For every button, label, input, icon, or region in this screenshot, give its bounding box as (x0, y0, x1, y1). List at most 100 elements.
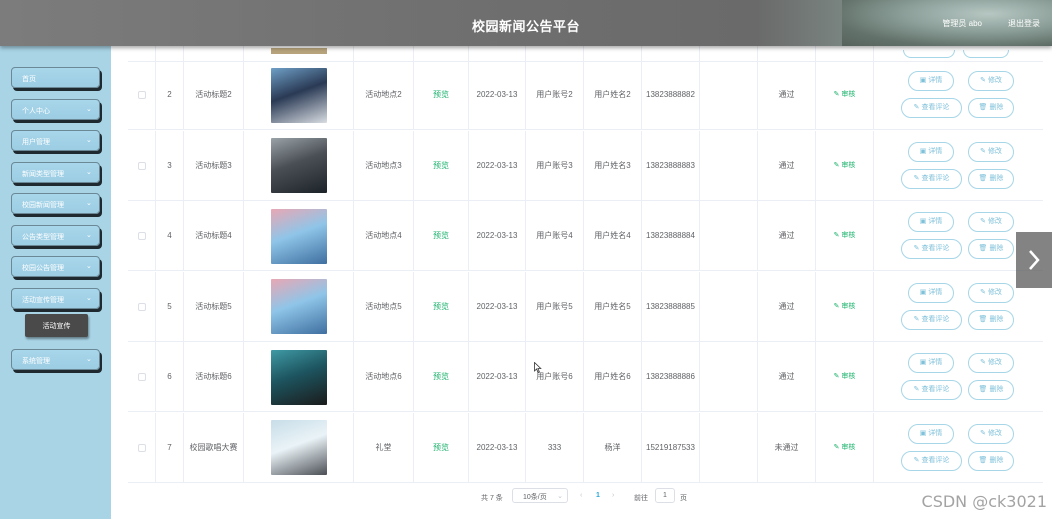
chevron-down-icon: ⌄ (86, 263, 92, 270)
activity-thumbnail[interactable] (270, 420, 327, 475)
cell-blank (700, 342, 758, 412)
phone-number: 13823888885 (646, 301, 695, 311)
sidebar-item-0[interactable]: 首页 (11, 67, 100, 88)
view-comments-button[interactable]: ✎ 查看评论 (901, 98, 962, 118)
goto-page-input[interactable]: 1 (655, 488, 675, 503)
cell-location-text: 活动地点4 (365, 231, 402, 240)
cell-name: 用户姓名4 (584, 201, 642, 271)
pencil-icon: ✎ (913, 315, 920, 323)
view-comments-button[interactable]: ✎ 查看评论 (901, 239, 962, 259)
page-size-select[interactable]: 10条/页 ⌄ (512, 488, 568, 503)
top-header: 校园新闻公告平台 管理员 abo 退出登录 (0, 0, 1052, 46)
cell-index-text: 4 (167, 231, 172, 240)
chevron-down-icon: ⌄ (86, 137, 92, 144)
sidebar-item-8[interactable]: 系统管理 ⌄ (11, 349, 100, 370)
cell-phone: 15219187533 (642, 412, 700, 483)
review-link[interactable]: ✎ 审核 (834, 301, 856, 313)
cell-review: ✎ 审核 (816, 342, 874, 412)
cell-location: 活动地点4 (354, 201, 414, 271)
review-link[interactable]: ✎ 审核 (834, 442, 856, 454)
chevron-down-icon: ⌄ (557, 493, 563, 500)
row-checkbox[interactable] (137, 373, 146, 381)
preview-link[interactable]: 预览 (433, 371, 449, 383)
preview-link[interactable]: 预览 (433, 230, 449, 242)
edit-button[interactable]: ✎ 修改 (968, 71, 1014, 91)
delete-button[interactable]: 🗑 删除 (968, 450, 1014, 471)
cell-name: 用户姓名2 (584, 60, 642, 130)
partial-button (963, 50, 1009, 58)
prev-page-icon[interactable]: ‹ (580, 492, 582, 499)
cell-index: 3 (156, 130, 184, 201)
edit-button[interactable]: ✎ 修改 (968, 141, 1014, 162)
sidebar-item-3[interactable]: 新闻类型管理 ⌄ (11, 162, 100, 183)
edit-button[interactable]: ✎ 修改 (968, 282, 1014, 303)
view-comments-button[interactable]: ✎ 查看评论 (901, 168, 962, 189)
activity-thumbnail[interactable] (270, 208, 327, 264)
delete-button[interactable]: 🗑 删除 (968, 168, 1014, 189)
delete-button[interactable]: 🗑 删除 (968, 98, 1014, 118)
sidebar-item-1[interactable]: 个人中心 ⌄ (11, 99, 100, 120)
current-page-number[interactable]: 1 (596, 492, 600, 499)
edit-button[interactable]: ✎ 修改 (968, 423, 1014, 444)
activity-thumbnail[interactable] (270, 138, 327, 193)
cell-name-text: 杨洋 (604, 442, 621, 452)
delete-button[interactable]: 🗑 删除 (968, 239, 1014, 259)
edit-button[interactable]: ✎ 修改 (968, 212, 1014, 232)
view-comments-button[interactable]: ✎ 查看评论 (901, 450, 962, 471)
row-checkbox[interactable] (137, 232, 146, 240)
review-link[interactable]: ✎ 审核 (834, 371, 856, 383)
delete-button[interactable]: 🗑 删除 (968, 380, 1014, 400)
preview-link[interactable]: 预览 (433, 301, 449, 313)
detail-button[interactable]: ▣ 详情 (908, 212, 954, 232)
row-checkbox[interactable] (137, 302, 146, 311)
table-row: 6 活动标题6 活动地点6 预览 2022-03-13 用户账号6 用户姓名6 1382388… (128, 342, 1043, 412)
sidebar-subitem-activity[interactable]: 活动宣传 (25, 314, 88, 337)
review-link[interactable]: ✎ 审核 (834, 89, 856, 101)
sidebar-item-4[interactable]: 校园新闻管理 ⌄ (11, 193, 100, 214)
main-content: 2 活动标题2 活动地点2 预览 2022-03-13 用户账号2 用户姓名2 1382388… (111, 32, 1052, 519)
sidebar-item-7[interactable]: 活动宣传管理 ⌄ (11, 288, 100, 309)
sidebar-item-6[interactable]: 校园公告管理 ⌄ (11, 256, 100, 277)
activity-thumbnail[interactable] (270, 279, 327, 334)
preview-link[interactable]: 预览 (433, 160, 449, 172)
row-checkbox[interactable] (137, 443, 146, 452)
cell-date-text: 2022-03-13 (476, 442, 518, 452)
pencil-icon: ✎ (980, 218, 986, 225)
cell-status-text: 未通过 (774, 442, 799, 452)
activity-thumbnail[interactable] (270, 67, 327, 123)
detail-button[interactable]: ▣ 详情 (908, 71, 954, 91)
cell-phone: 13823888883 (642, 130, 700, 201)
edit-button[interactable]: ✎ 修改 (968, 353, 1014, 373)
cell-date-text: 2022-03-13 (476, 231, 518, 240)
cell-blank (700, 201, 758, 271)
row-checkbox[interactable] (137, 91, 146, 99)
detail-button[interactable]: ▣ 详情 (908, 141, 954, 162)
cell-actions: ▣ 详情 ✎ 修改 ✎ 查看评论 🗑 删除 (874, 60, 1043, 130)
view-comments-button[interactable]: ✎ 查看评论 (901, 309, 962, 330)
review-link[interactable]: ✎ 审核 (834, 230, 856, 242)
preview-link[interactable]: 预览 (433, 89, 449, 101)
logout-link[interactable]: 退出登录 (1008, 18, 1040, 29)
cell-review: ✎ 审核 (816, 412, 874, 483)
detail-button[interactable]: ▣ 详情 (908, 423, 954, 444)
activity-thumbnail[interactable] (270, 349, 327, 405)
admin-user-label: 管理员 abo (942, 19, 982, 28)
review-link[interactable]: ✎ 审核 (834, 160, 856, 172)
view-comments-button[interactable]: ✎ 查看评论 (901, 380, 962, 400)
trash-icon: 🗑 (978, 456, 988, 464)
cell-preview: 预览 (414, 60, 469, 130)
cell-date: 2022-03-13 (469, 60, 526, 130)
next-page-icon[interactable]: › (612, 492, 614, 499)
detail-button[interactable]: ▣ 详情 (908, 282, 954, 303)
button-label: 详情 (928, 359, 943, 366)
preview-link[interactable]: 预览 (433, 442, 449, 454)
sidebar-item-5[interactable]: 公告类型管理 ⌄ (11, 225, 100, 246)
cell-name: 用户姓名3 (584, 130, 642, 201)
sidebar-item-2[interactable]: 用户管理 ⌄ (11, 130, 100, 151)
next-slide-button[interactable] (1016, 232, 1052, 288)
chevron-down-icon: ⌄ (86, 295, 92, 302)
detail-button[interactable]: ▣ 详情 (908, 353, 954, 373)
button-label: 查看评论 (921, 104, 950, 111)
row-checkbox[interactable] (137, 161, 146, 170)
delete-button[interactable]: 🗑 删除 (968, 309, 1014, 330)
